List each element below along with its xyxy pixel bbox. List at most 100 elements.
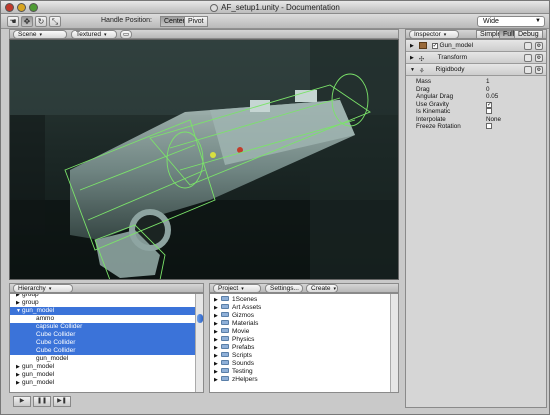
debug-mode-toggle[interactable]: Debug bbox=[514, 30, 543, 39]
expand-triangle-icon[interactable]: ▶ bbox=[214, 360, 220, 368]
folder-label: Materials bbox=[232, 320, 259, 327]
scene-viewport[interactable] bbox=[9, 39, 399, 280]
folder-icon bbox=[221, 319, 229, 325]
expand-triangle-icon[interactable]: ▶ bbox=[214, 368, 220, 376]
folder-icon bbox=[221, 343, 229, 349]
hierarchy-row-label: group bbox=[22, 299, 39, 306]
gear-icon[interactable]: ⚙ bbox=[535, 42, 543, 50]
hierarchy-row[interactable]: ▶ group bbox=[10, 299, 203, 307]
project-settings-button[interactable]: Settings... bbox=[265, 284, 303, 293]
chevron-down-icon: ▼ bbox=[535, 18, 541, 24]
hierarchy-scroll-thumb[interactable] bbox=[197, 314, 203, 323]
rotate-tool-icon[interactable]: ↻ bbox=[35, 16, 47, 27]
expand-triangle-icon[interactable]: ▶ bbox=[214, 344, 220, 352]
scene-overlay-button[interactable]: ▭ bbox=[120, 30, 132, 39]
hierarchy-tab[interactable]: Hierarchy ▾ bbox=[13, 284, 73, 293]
expand-triangle-icon[interactable]: ▶ bbox=[214, 352, 220, 360]
expand-triangle-icon[interactable]: ▶ bbox=[214, 328, 220, 336]
move-tool-icon[interactable]: ✥ bbox=[21, 16, 33, 27]
project-folder-item[interactable]: ▶ Scripts bbox=[210, 351, 398, 360]
rigidbody-help-icon[interactable] bbox=[524, 66, 532, 74]
hierarchy-row-label: gun_model bbox=[22, 379, 55, 386]
hierarchy-row[interactable]: ▼gun_model bbox=[10, 307, 203, 315]
expand-triangle-icon: ▶ bbox=[410, 55, 414, 61]
project-folder-item[interactable]: ▶ Testing bbox=[210, 367, 398, 376]
minimize-window-button[interactable] bbox=[17, 3, 26, 12]
project-folder-item[interactable]: ▶ Prefabs bbox=[210, 343, 398, 352]
hierarchy-row-label: gun_model bbox=[22, 363, 55, 370]
gameobject-header[interactable]: ▶ ✓ Gun_model ⚙ bbox=[406, 40, 546, 52]
hierarchy-row[interactable]: Cube Collider bbox=[10, 347, 203, 355]
hierarchy-row[interactable]: ammo bbox=[10, 315, 203, 323]
transform-help-icon[interactable] bbox=[524, 54, 532, 62]
property-row: Freeze Rotation bbox=[416, 123, 546, 131]
project-folder-item[interactable]: ▶ Sounds bbox=[210, 359, 398, 368]
property-label: Drag bbox=[416, 85, 430, 93]
project-folder-item[interactable]: ▶ Gizmos bbox=[210, 311, 398, 320]
scene-mode-value: Scene bbox=[18, 31, 37, 38]
project-folder-item[interactable]: ▶ Art Assets bbox=[210, 303, 398, 312]
render-mode-dropdown[interactable]: Textured ▾ bbox=[71, 30, 117, 39]
rigidbody-label: Rigidbody bbox=[435, 66, 465, 73]
hierarchy-row-label: Cube Collider bbox=[36, 331, 76, 338]
scale-tool-icon[interactable]: ⤡ bbox=[49, 16, 61, 27]
hierarchy-row[interactable]: ▶ gun_model bbox=[10, 379, 203, 387]
zoom-window-button[interactable] bbox=[29, 3, 38, 12]
expand-triangle-icon[interactable]: ▶ bbox=[214, 304, 220, 312]
chevron-down-icon: ▾ bbox=[241, 286, 244, 292]
property-label: Angular Drag bbox=[416, 93, 454, 100]
expand-triangle-icon[interactable]: ▶ bbox=[214, 320, 220, 328]
hierarchy-row-label: ammo bbox=[36, 315, 55, 322]
property-checkbox[interactable] bbox=[486, 123, 492, 129]
play-button[interactable]: ▶ bbox=[13, 396, 31, 407]
hierarchy-row[interactable]: Cube Collider bbox=[10, 339, 203, 347]
inspector-tab[interactable]: Inspector ▾ bbox=[409, 30, 459, 39]
folder-icon bbox=[221, 327, 229, 333]
hand-tool-icon[interactable]: ☚ bbox=[7, 16, 19, 27]
property-label: Freeze Rotation bbox=[416, 123, 461, 130]
pivot-toggle[interactable]: Pivot bbox=[184, 16, 208, 27]
chevron-down-icon: ▾ bbox=[103, 32, 107, 38]
transform-component-header[interactable]: ▶ ✣ Transform ⚙ bbox=[406, 52, 546, 64]
hierarchy-scrollbar[interactable] bbox=[195, 294, 203, 392]
property-checkbox[interactable]: ✓ bbox=[486, 101, 492, 108]
gear-icon[interactable]: ⚙ bbox=[535, 66, 543, 74]
hierarchy-row[interactable]: Cube Collider bbox=[10, 331, 203, 339]
project-folder-item[interactable]: ▶ Materials bbox=[210, 319, 398, 328]
close-window-button[interactable] bbox=[5, 3, 14, 12]
project-folder-item[interactable]: ▶ 1Scenes bbox=[210, 295, 398, 304]
hierarchy-row-label: Cube Collider bbox=[36, 339, 76, 346]
expand-triangle-icon[interactable]: ▶ bbox=[214, 312, 220, 320]
folder-icon bbox=[221, 359, 229, 365]
scene-mode-dropdown[interactable]: Scene ▾ bbox=[13, 30, 67, 39]
hierarchy-row[interactable]: ▶ gun_model bbox=[10, 371, 203, 379]
property-value[interactable]: 0 bbox=[486, 86, 490, 94]
folder-icon bbox=[221, 295, 229, 301]
property-value[interactable]: 1 bbox=[486, 78, 490, 86]
expand-triangle-icon[interactable]: ▶ bbox=[214, 376, 220, 384]
layout-dropdown[interactable]: Wide ▼ bbox=[477, 16, 545, 27]
active-checkbox[interactable]: ✓ bbox=[431, 43, 438, 49]
expand-triangle-icon[interactable]: ▶ bbox=[214, 296, 220, 304]
step-button[interactable]: ▶❚ bbox=[53, 396, 71, 407]
rigidbody-component-header[interactable]: ▼ ⚘ Rigidbody ⚙ bbox=[406, 64, 546, 76]
property-value[interactable]: 0.05 bbox=[486, 93, 498, 101]
project-tab[interactable]: Project ▾ bbox=[213, 284, 261, 293]
gear-icon[interactable]: ⚙ bbox=[535, 54, 543, 62]
property-checkbox[interactable] bbox=[486, 108, 492, 114]
project-folder-item[interactable]: ▶ zHelpers bbox=[210, 375, 398, 384]
project-folder-item[interactable]: ▶ Movie bbox=[210, 327, 398, 336]
project-folder-item[interactable]: ▶ Physics bbox=[210, 335, 398, 344]
hierarchy-row-label: gun_model bbox=[22, 371, 55, 378]
project-scrollbar[interactable] bbox=[390, 294, 398, 392]
interpolate-dropdown[interactable]: None bbox=[486, 116, 501, 124]
hierarchy-row[interactable]: ▶ gun_model bbox=[10, 363, 203, 371]
object-help-icon[interactable] bbox=[524, 42, 532, 50]
hierarchy-row[interactable]: gun_model bbox=[10, 355, 203, 363]
folder-label: Gizmos bbox=[232, 312, 255, 319]
pause-button[interactable]: ❚❚ bbox=[33, 396, 51, 407]
hierarchy-row[interactable]: capsule Collider bbox=[10, 323, 203, 331]
project-create-dropdown[interactable]: Create ▾ bbox=[306, 284, 338, 293]
expand-triangle-icon[interactable]: ▶ bbox=[214, 336, 220, 344]
main-toolbar: ☚ ✥ ↻ ⤡ Handle Position: Center Pivot Wi… bbox=[1, 14, 549, 29]
